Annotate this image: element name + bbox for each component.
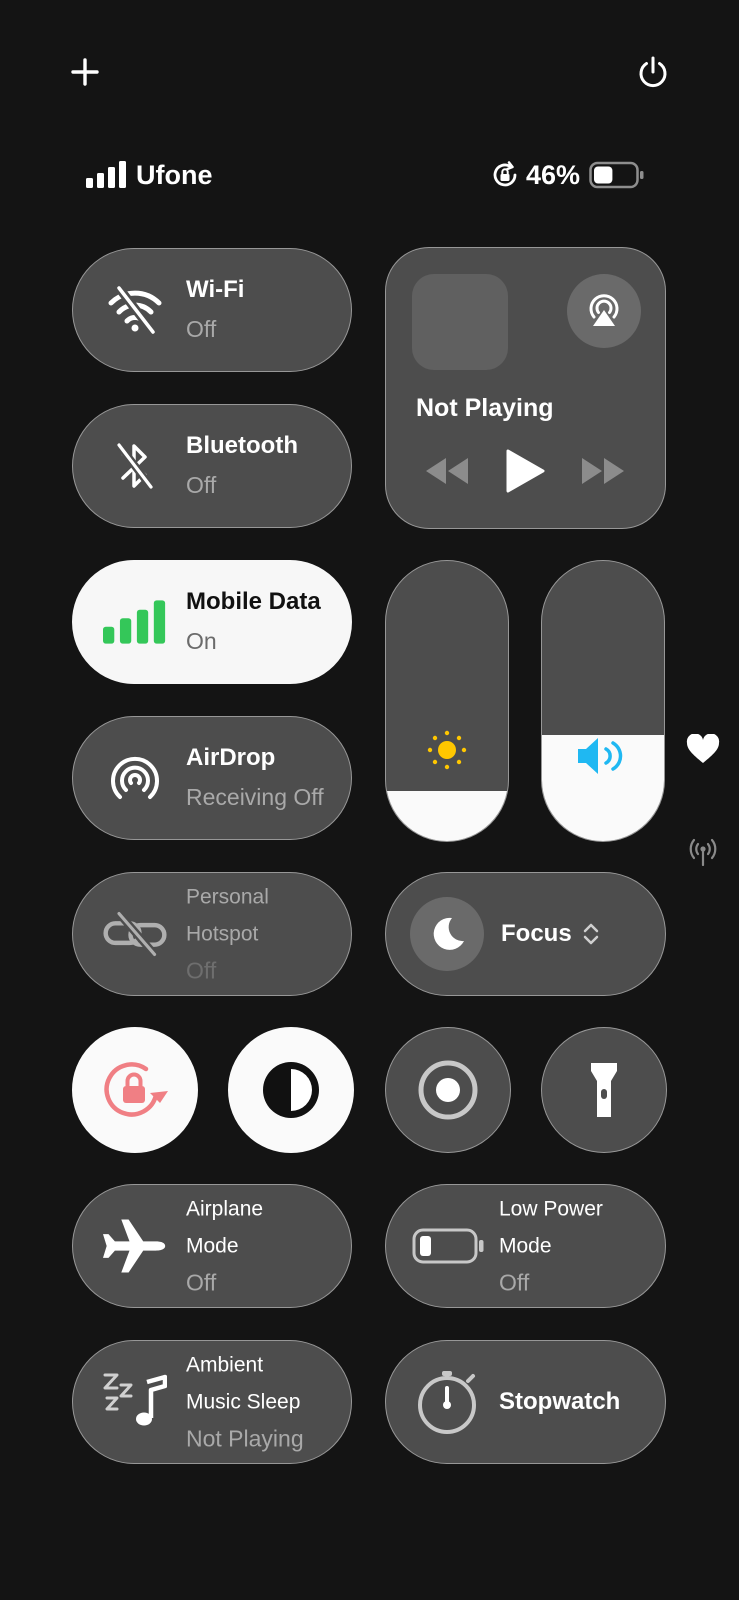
airdrop-toggle[interactable]: AirDrop Receiving Off bbox=[72, 716, 352, 840]
control-center: Ufone 46% Wi-Fi Off Bluetooth Off Mobile… bbox=[0, 0, 739, 1600]
airplane-status: Off bbox=[186, 1269, 217, 1296]
orientation-lock-button[interactable] bbox=[72, 1027, 198, 1153]
flashlight-icon bbox=[591, 1063, 617, 1117]
add-button[interactable] bbox=[63, 50, 107, 94]
play-icon bbox=[506, 449, 545, 493]
wifi-status: Off bbox=[186, 316, 217, 342]
bluetooth-off-icon bbox=[103, 434, 167, 498]
stopwatch-button[interactable]: Stopwatch bbox=[385, 1340, 666, 1464]
rotation-lock-icon bbox=[104, 1062, 168, 1117]
airplane-title-line1: Airplane bbox=[186, 1197, 264, 1221]
sun-icon bbox=[426, 729, 468, 776]
dark-mode-icon bbox=[263, 1062, 319, 1118]
airdrop-title: AirDrop bbox=[186, 744, 276, 771]
low-power-status: Off bbox=[499, 1269, 530, 1296]
moon-icon bbox=[410, 897, 484, 971]
record-icon bbox=[418, 1060, 478, 1120]
airdrop-icon bbox=[103, 746, 167, 810]
airplane-title-line2: Mode bbox=[186, 1234, 239, 1258]
play-button[interactable] bbox=[504, 448, 546, 499]
cellular-bars-icon bbox=[103, 590, 167, 654]
focus-label: Focus bbox=[501, 920, 572, 947]
hotspot-title-line1: Personal bbox=[186, 885, 269, 909]
low-power-title-line1: Low Power bbox=[499, 1197, 603, 1221]
chevron-up-down-icon bbox=[583, 923, 598, 945]
wifi-toggle[interactable]: Wi-Fi Off bbox=[72, 248, 352, 372]
wifi-title: Wi-Fi bbox=[186, 276, 245, 303]
speaker-icon bbox=[576, 736, 632, 781]
mobile-data-status: On bbox=[186, 628, 217, 654]
ambient-status: Not Playing bbox=[186, 1425, 304, 1452]
orientation-lock-icon bbox=[493, 161, 517, 187]
screen-record-button[interactable] bbox=[385, 1027, 511, 1153]
bluetooth-title: Bluetooth bbox=[186, 432, 298, 459]
media-title: Not Playing bbox=[416, 394, 554, 422]
antenna-icon[interactable] bbox=[686, 836, 720, 871]
mobile-data-toggle[interactable]: Mobile Data On bbox=[72, 560, 352, 684]
wifi-off-icon bbox=[103, 278, 167, 342]
airdrop-status: Receiving Off bbox=[186, 784, 324, 810]
low-power-title-line2: Mode bbox=[499, 1234, 552, 1258]
rewind-button[interactable] bbox=[424, 456, 470, 491]
bluetooth-status: Off bbox=[186, 472, 217, 498]
ambient-title-line2: Music Sleep bbox=[186, 1390, 301, 1414]
battery-icon bbox=[589, 161, 644, 189]
brightness-slider[interactable] bbox=[385, 560, 509, 842]
sleep-music-icon bbox=[103, 1370, 167, 1434]
volume-slider[interactable] bbox=[541, 560, 665, 842]
carrier-name: Ufone bbox=[136, 159, 213, 190]
focus-button[interactable]: Focus bbox=[385, 872, 666, 996]
battery-percentage: 46% bbox=[526, 159, 581, 190]
hotspot-off-icon bbox=[103, 902, 167, 966]
album-art bbox=[412, 274, 508, 370]
flashlight-button[interactable] bbox=[541, 1027, 667, 1153]
airplay-icon bbox=[589, 294, 619, 326]
hotspot-title-line2: Hotspot bbox=[186, 922, 259, 946]
low-power-mode-toggle[interactable]: Low Power Mode Off bbox=[385, 1184, 666, 1308]
rewind-icon bbox=[426, 458, 468, 484]
low-battery-icon bbox=[412, 1214, 486, 1278]
stopwatch-icon bbox=[414, 1368, 482, 1436]
battery-status: 46% bbox=[491, 150, 645, 200]
carrier-status: Ufone bbox=[86, 150, 213, 200]
ambient-title-line1: Ambient bbox=[186, 1353, 264, 1377]
personal-hotspot-toggle[interactable]: Personal Hotspot Off bbox=[72, 872, 352, 996]
signal-bars-icon bbox=[86, 161, 126, 188]
mobile-data-title: Mobile Data bbox=[186, 588, 321, 615]
fast-forward-icon bbox=[582, 458, 624, 484]
plus-icon bbox=[71, 58, 99, 86]
stopwatch-label: Stopwatch bbox=[499, 1388, 621, 1415]
media-player: Not Playing bbox=[385, 247, 666, 529]
power-button[interactable] bbox=[631, 50, 675, 94]
fast-forward-button[interactable] bbox=[580, 456, 626, 491]
brightness-level bbox=[386, 790, 508, 841]
ambient-music-sleep-toggle[interactable]: Ambient Music Sleep Not Playing bbox=[72, 1340, 352, 1464]
power-icon bbox=[639, 56, 667, 88]
airplay-button[interactable] bbox=[567, 274, 641, 348]
bluetooth-toggle[interactable]: Bluetooth Off bbox=[72, 404, 352, 528]
airplane-mode-toggle[interactable]: Airplane Mode Off bbox=[72, 1184, 352, 1308]
airplane-icon bbox=[103, 1214, 167, 1278]
hotspot-status: Off bbox=[186, 957, 217, 984]
dark-mode-button[interactable] bbox=[228, 1027, 354, 1153]
heart-icon[interactable] bbox=[686, 733, 720, 769]
